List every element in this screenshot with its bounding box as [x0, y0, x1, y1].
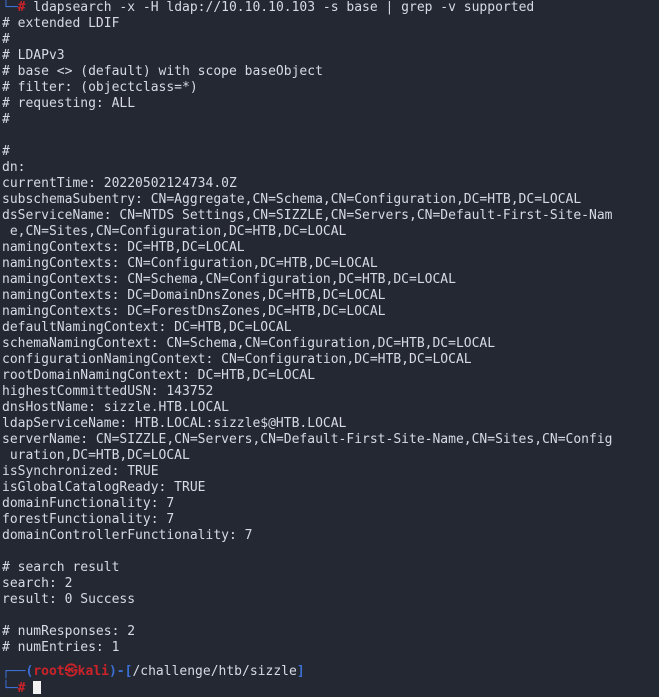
output-line: # — [2, 144, 10, 159]
output-line: domainControllerFunctionality: 7 — [2, 528, 253, 543]
output-line: namingContexts: DC=DomainDnsZones,DC=HTB… — [2, 288, 386, 303]
output-line: e,CN=Sites,CN=Configuration,DC=HTB,DC=LO… — [2, 224, 347, 239]
output-blank-line — [0, 544, 659, 560]
output-line: dsServiceName: CN=NTDS Settings,CN=SIZZL… — [2, 208, 613, 223]
output-line: isGlobalCatalogReady: TRUE — [2, 480, 206, 495]
output-line: subschemaSubentry: CN=Aggregate,CN=Schem… — [2, 192, 582, 207]
output-line: namingContexts: CN=Schema,CN=Configurati… — [2, 272, 456, 287]
prompt-corner-top-icon: ┌── — [2, 664, 26, 679]
output-line: # requesting: ALL — [2, 96, 136, 111]
output-line: forestFunctionality: 7 — [2, 512, 175, 527]
prompt-path: /challenge/htb/sizzle — [132, 664, 297, 679]
output-line: namingContexts: CN=Configuration,DC=HTB,… — [2, 256, 378, 271]
output-blank-line — [0, 128, 659, 144]
output-line: configurationNamingContext: CN=Configura… — [2, 352, 472, 367]
output-line: dn: — [2, 160, 26, 175]
prompt-host: kali — [77, 664, 109, 679]
text-cursor[interactable] — [33, 681, 42, 694]
output-blank-line — [0, 608, 659, 624]
output-line: namingContexts: DC=HTB,DC=LOCAL — [2, 240, 245, 255]
output-line: # filter: (objectclass=*) — [2, 80, 198, 95]
prompt-dash: - — [116, 664, 125, 679]
output-line: namingContexts: DC=ForestDnsZones,DC=HTB… — [2, 304, 386, 319]
kali-dragon-icon: ㉿ — [64, 664, 78, 679]
output-line: # LDAPv3 — [2, 48, 65, 63]
output-line: dnsHostName: sizzle.HTB.LOCAL — [2, 400, 229, 415]
prompt-user: root — [33, 664, 65, 679]
output-line: # search result — [2, 560, 120, 575]
prompt-line-bottom[interactable]: └─# — [0, 681, 659, 697]
output-line: search: 2 — [2, 576, 73, 591]
command-output: # extended LDIF # # LDAPv3 # base <> (defau… — [0, 16, 659, 656]
prompt-corner-bottom-icon: └─ — [2, 681, 18, 696]
output-line: # — [2, 32, 10, 47]
output-line: rootDomainNamingContext: DC=HTB,DC=LOCAL — [2, 368, 316, 383]
output-line: highestCommittedUSN: 143752 — [2, 384, 214, 399]
output-line: # numResponses: 2 — [2, 624, 136, 639]
prompt-close-paren: ) — [108, 664, 117, 679]
output-line: uration,DC=HTB,DC=LOCAL — [2, 448, 190, 463]
output-line: # extended LDIF — [2, 16, 120, 31]
terminal-window[interactable]: └─# ldapsearch -x -H ldap://10.10.10.103… — [0, 0, 659, 697]
prompt-line-top: ┌──(root㉿kali)-[/challenge/htb/sizzle] — [0, 663, 659, 681]
command-line: └─# ldapsearch -x -H ldap://10.10.10.103… — [0, 0, 659, 16]
output-line: ldapServiceName: HTB.LOCAL:sizzle$@HTB.L… — [2, 416, 347, 431]
output-line: serverName: CN=SIZZLE,CN=Servers,CN=Defa… — [2, 432, 613, 447]
output-line: schemaNamingContext: CN=Schema,CN=Config… — [2, 336, 496, 351]
output-line: # base <> (default) with scope baseObjec… — [2, 64, 323, 79]
output-line: # numEntries: 1 — [2, 640, 120, 655]
shell-prompt[interactable]: ┌──(root㉿kali)-[/challenge/htb/sizzle] └… — [0, 663, 659, 697]
prompt-close-bracket: ] — [296, 664, 305, 679]
command-text: ldapsearch -x -H ldap://10.10.10.103 -s … — [25, 0, 535, 15]
output-line: # — [2, 112, 10, 127]
output-line: domainFunctionality: 7 — [2, 496, 175, 511]
output-line: defaultNamingContext: DC=HTB,DC=LOCAL — [2, 320, 292, 335]
prompt-continuation-icon: └─ — [2, 0, 18, 15]
output-line: isSynchronized: TRUE — [2, 464, 159, 479]
output-line: currentTime: 20220502124734.0Z — [2, 176, 237, 191]
output-line: result: 0 Success — [2, 592, 136, 607]
